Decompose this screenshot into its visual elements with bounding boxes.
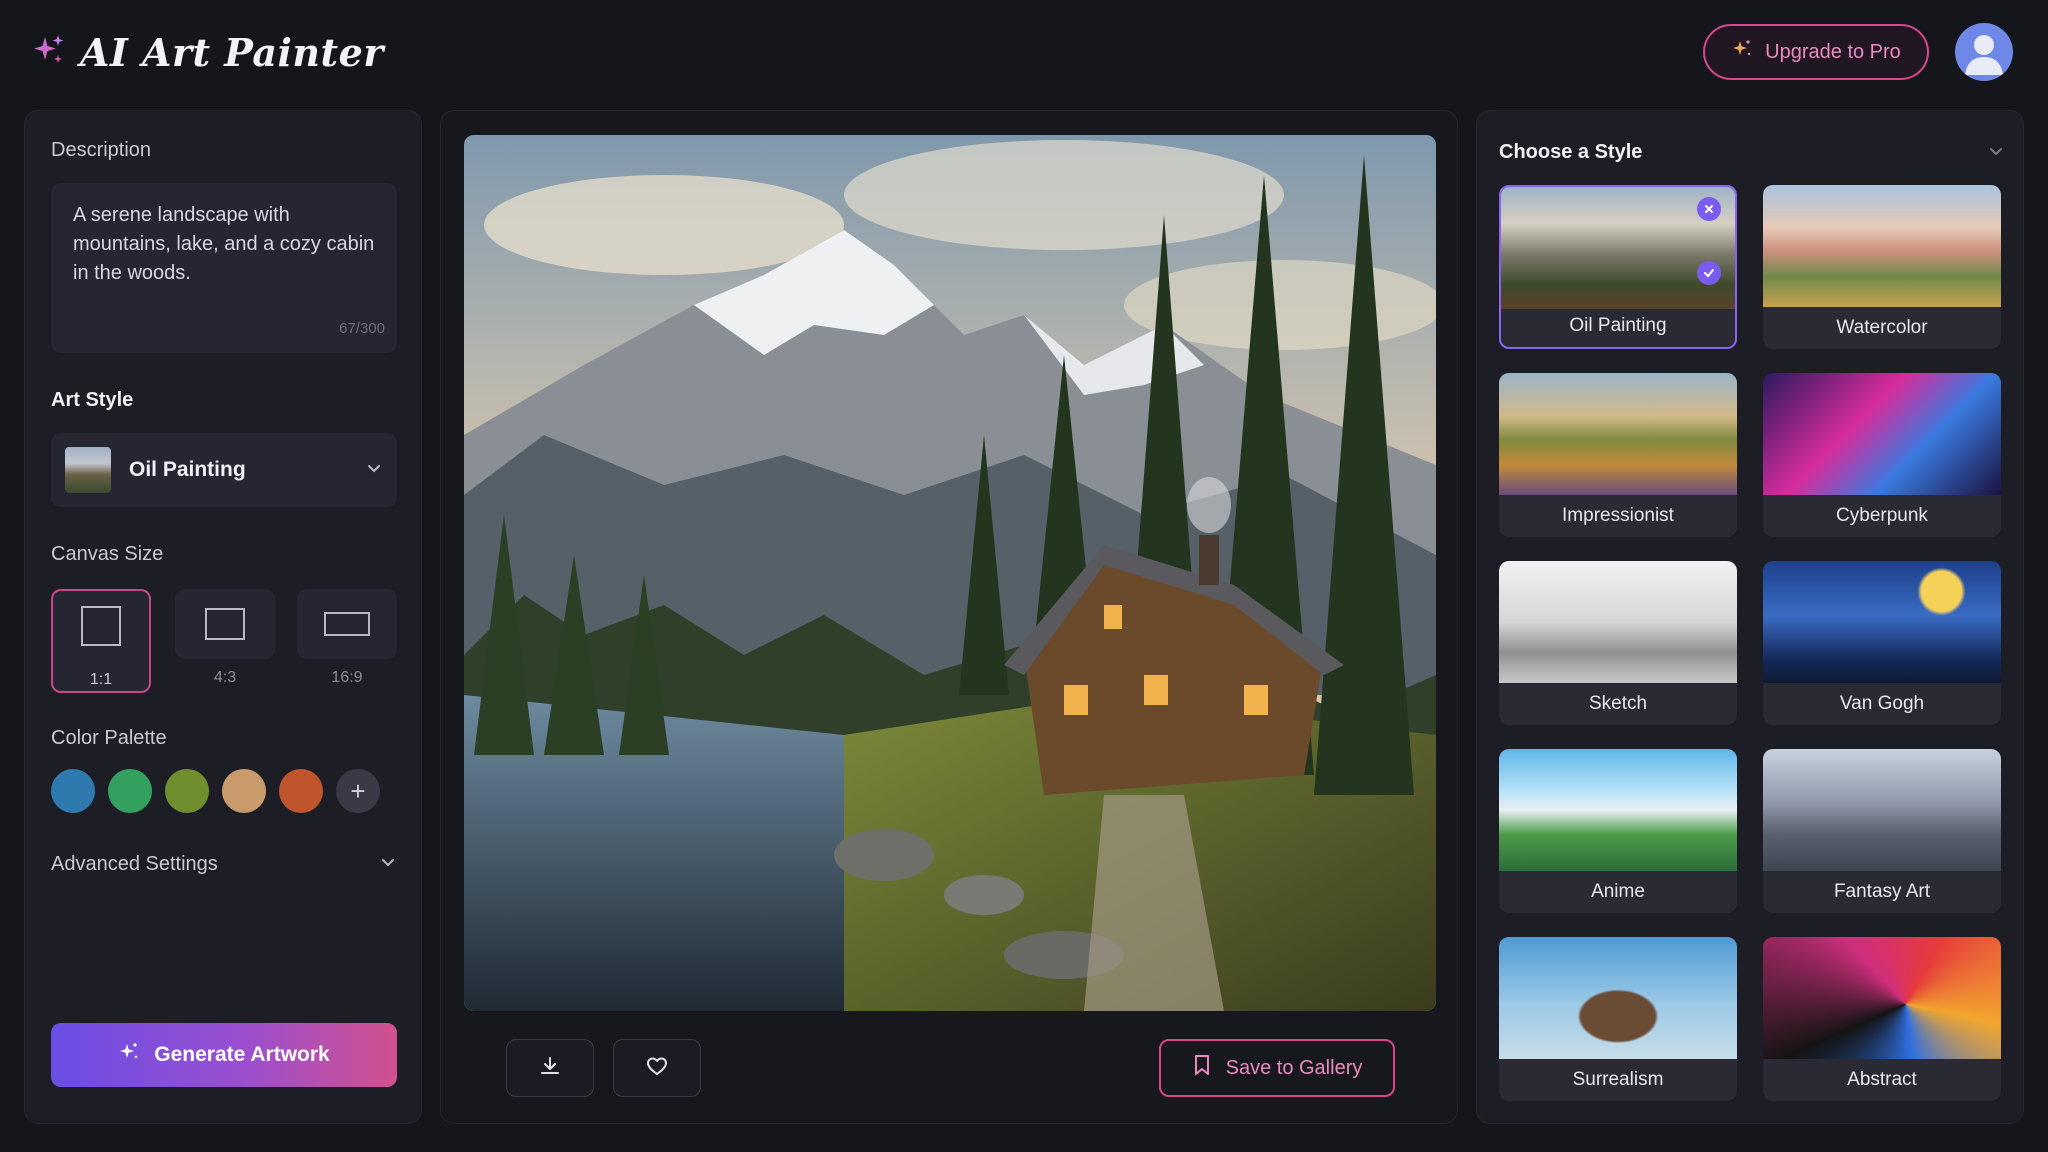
ratio-label: 1:1 [89, 671, 113, 688]
style-thumbnail [1763, 561, 2001, 683]
heart-icon [645, 1054, 669, 1083]
chevron-down-icon[interactable] [1987, 142, 2005, 165]
remove-icon[interactable] [1697, 197, 1721, 221]
ratio-label: 16:9 [331, 669, 363, 686]
style-thumbnail [1499, 561, 1737, 683]
user-avatar[interactable] [1955, 23, 2013, 81]
add-color-button[interactable]: + [336, 769, 380, 813]
landscape-painting [464, 135, 1436, 1011]
generated-artwork [464, 135, 1436, 1011]
style-thumbnail [1499, 937, 1737, 1059]
description-label: Description [51, 139, 152, 161]
color-swatch-green[interactable] [108, 769, 152, 813]
style-card-anime[interactable]: Anime [1499, 749, 1737, 913]
sparkle-icon [1731, 38, 1753, 66]
style-picker-panel: Choose a Style Oil Painting Watercolor I… [1476, 110, 2024, 1124]
style-name: Oil Painting [1569, 315, 1667, 336]
user-icon [1965, 35, 2003, 75]
canvas-size-label: Canvas Size [51, 543, 164, 565]
canvas-size-4-3[interactable]: 4:3 [175, 589, 275, 693]
chevron-down-icon [365, 459, 383, 482]
check-icon [1697, 261, 1721, 285]
style-card-abstract[interactable]: Abstract [1763, 937, 2001, 1101]
settings-panel: Description A serene landscape with moun… [24, 110, 422, 1124]
color-palette-label: Color Palette [51, 727, 167, 749]
art-style-value: Oil Painting [129, 458, 246, 481]
style-card-impressionist[interactable]: Impressionist [1499, 373, 1737, 537]
advanced-settings-label: Advanced Settings [51, 852, 218, 875]
upgrade-to-pro-button[interactable]: Upgrade to Pro [1703, 24, 1929, 80]
style-thumbnail [1763, 749, 2001, 871]
square-ratio-icon [53, 591, 149, 661]
artwork-panel: Save to Gallery [440, 110, 1458, 1124]
generate-label: Generate Artwork [154, 1043, 330, 1066]
sparkle-icon [118, 1041, 140, 1069]
canvas-size-16-9[interactable]: 16:9 [297, 589, 397, 693]
style-card-cyberpunk[interactable]: Cyberpunk [1763, 373, 2001, 537]
style-name: Anime [1591, 881, 1645, 902]
style-thumbnail [1499, 373, 1737, 495]
style-card-watercolor[interactable]: Watercolor [1763, 185, 2001, 349]
style-name: Cyberpunk [1836, 505, 1928, 526]
color-swatch-olive[interactable] [165, 769, 209, 813]
save-label: Save to Gallery [1225, 1056, 1363, 1079]
style-thumbnail [1763, 185, 2001, 307]
download-icon [538, 1054, 562, 1083]
style-name: Abstract [1847, 1069, 1917, 1090]
art-style-label: Art Style [51, 389, 134, 411]
app-title: AI Art Painter [80, 30, 384, 75]
style-name: Sketch [1588, 693, 1648, 714]
chevron-down-icon [379, 853, 397, 876]
style-thumbnail [1499, 749, 1737, 871]
art-style-thumbnail [65, 447, 111, 493]
description-textarea[interactable]: A serene landscape with mountains, lake,… [51, 183, 397, 353]
generate-artwork-button[interactable]: Generate Artwork [51, 1023, 397, 1087]
style-card-surrealism[interactable]: Surrealism [1499, 937, 1737, 1101]
plus-icon: + [350, 775, 366, 806]
style-card-fantasy-art[interactable]: Fantasy Art [1763, 749, 2001, 913]
app-logo: AI Art Painter [32, 30, 384, 75]
char-count: 67/300 [339, 320, 385, 337]
style-card-oil-painting[interactable]: Oil Painting [1499, 185, 1737, 349]
art-style-dropdown[interactable]: Oil Painting [51, 433, 397, 507]
widescreen-ratio-icon [297, 589, 397, 659]
bookmark-icon [1192, 1053, 1212, 1083]
save-to-gallery-button[interactable]: Save to Gallery [1159, 1039, 1395, 1097]
app-header: AI Art Painter Upgrade to Pro [0, 0, 2048, 104]
style-name: Van Gogh [1839, 693, 1925, 714]
color-swatch-tan[interactable] [222, 769, 266, 813]
download-button[interactable] [506, 1039, 594, 1097]
landscape-ratio-icon [175, 589, 275, 659]
style-card-van-gogh[interactable]: Van Gogh [1763, 561, 2001, 725]
style-name: Impressionist [1562, 505, 1674, 526]
favorite-button[interactable] [613, 1039, 701, 1097]
style-name: Fantasy Art [1833, 881, 1931, 902]
style-thumbnail [1763, 373, 2001, 495]
ratio-label: 4:3 [213, 669, 237, 686]
upgrade-label: Upgrade to Pro [1765, 40, 1901, 63]
style-card-sketch[interactable]: Sketch [1499, 561, 1737, 725]
color-swatch-rust[interactable] [279, 769, 323, 813]
style-picker-title: Choose a Style [1499, 141, 1643, 163]
canvas-size-1-1[interactable]: 1:1 [51, 589, 151, 693]
style-name: Watercolor [1836, 317, 1928, 338]
sparkle-icon [32, 33, 66, 72]
style-thumbnail [1763, 937, 2001, 1059]
color-swatch-blue[interactable] [51, 769, 95, 813]
description-text: A serene landscape with mountains, lake,… [73, 204, 375, 284]
style-name: Surrealism [1572, 1069, 1664, 1090]
advanced-settings-toggle[interactable]: Advanced Settings [51, 849, 397, 879]
